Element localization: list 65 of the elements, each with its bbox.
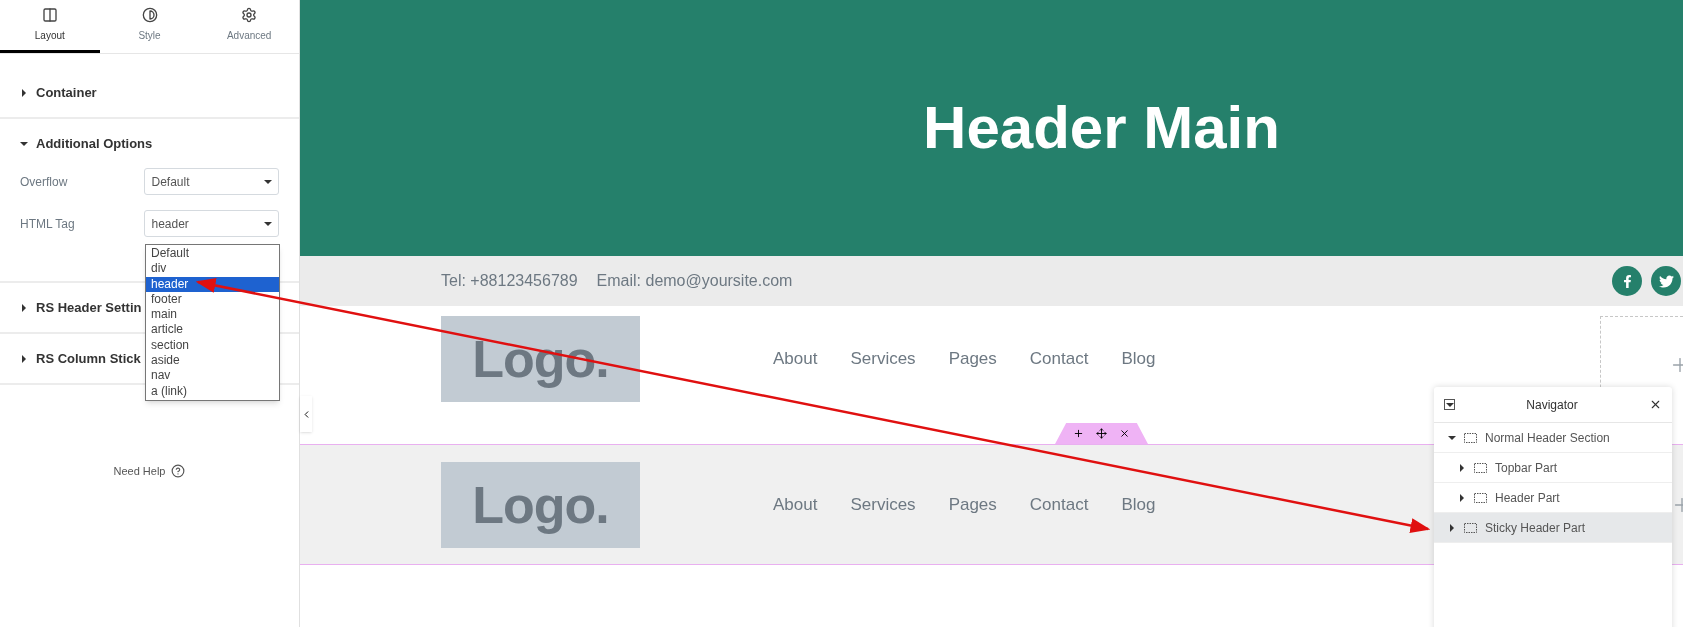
caret-right-icon bbox=[1458, 463, 1466, 472]
menu-link[interactable]: Pages bbox=[948, 491, 997, 518]
navigator-item[interactable]: Topbar Part bbox=[1434, 453, 1672, 483]
dropdown-option[interactable]: div bbox=[146, 261, 279, 277]
container-icon bbox=[1474, 462, 1487, 473]
menu-link[interactable]: About bbox=[773, 491, 818, 518]
dropdown-option[interactable]: a (link) bbox=[146, 383, 279, 399]
caret-right-icon bbox=[20, 354, 28, 363]
container-icon bbox=[1474, 492, 1487, 503]
logo-placeholder: Logo. bbox=[441, 461, 640, 548]
menu-link[interactable]: Pages bbox=[948, 346, 997, 372]
dropdown-option[interactable]: main bbox=[146, 307, 279, 323]
panel-tab[interactable]: Style bbox=[99, 0, 200, 53]
close-icon[interactable] bbox=[1649, 398, 1662, 411]
dropdown-option[interactable]: footer bbox=[146, 291, 279, 308]
caret-down-icon bbox=[20, 139, 28, 148]
field-label: HTML Tag bbox=[20, 215, 76, 233]
caret-right-icon bbox=[1448, 523, 1456, 532]
dropdown-option[interactable]: article bbox=[146, 322, 279, 338]
menu-link[interactable]: Blog bbox=[1121, 491, 1156, 518]
facebook-icon[interactable] bbox=[1612, 266, 1642, 296]
navigator-title: Navigator bbox=[1525, 396, 1579, 414]
page-title: Header Main bbox=[923, 93, 1280, 163]
dropdown-option[interactable]: Default bbox=[146, 246, 279, 262]
half-circle-icon bbox=[141, 7, 158, 23]
caret-right-icon bbox=[20, 303, 28, 312]
caret-right-icon bbox=[1458, 493, 1466, 502]
navigator-item[interactable]: Normal Header Section bbox=[1434, 423, 1672, 453]
email-text: Email: demo@yoursite.com bbox=[596, 271, 793, 291]
caret-down-icon bbox=[1445, 400, 1454, 409]
select-field[interactable]: Default bbox=[144, 168, 279, 195]
dropdown-option[interactable]: aside bbox=[146, 353, 279, 369]
section-header[interactable]: RS Column Stick bbox=[20, 334, 141, 383]
field-label: Overflow bbox=[20, 173, 69, 191]
add-icon[interactable] bbox=[1073, 428, 1084, 439]
menu-link[interactable]: Services bbox=[850, 491, 916, 518]
container-icon bbox=[1464, 522, 1477, 533]
panel-tab[interactable]: Layout bbox=[0, 0, 100, 53]
caret-down-icon bbox=[1448, 433, 1456, 442]
drag-icon[interactable] bbox=[1096, 428, 1107, 439]
close-icon[interactable] bbox=[1119, 428, 1130, 439]
dropdown-option[interactable]: nav bbox=[146, 368, 279, 384]
section-header[interactable]: Container bbox=[20, 68, 97, 117]
help-link[interactable]: Need Help bbox=[113, 463, 186, 480]
dropdown-option[interactable]: section bbox=[146, 337, 279, 354]
caret-down-icon bbox=[264, 177, 272, 186]
menu-link[interactable]: About bbox=[773, 346, 818, 372]
section-header[interactable]: Additional Options bbox=[20, 119, 153, 168]
menu-link[interactable]: Blog bbox=[1121, 346, 1156, 372]
columns-icon bbox=[41, 7, 58, 23]
caret-down-icon bbox=[264, 219, 272, 228]
select-field[interactable]: header bbox=[144, 210, 279, 237]
phone-text: Tel: +88123456789 bbox=[441, 271, 578, 291]
twitter-icon[interactable] bbox=[1651, 266, 1681, 296]
caret-right-icon bbox=[20, 88, 28, 97]
panel-tab[interactable]: Advanced bbox=[199, 0, 299, 53]
menu-link[interactable]: Contact bbox=[1029, 491, 1089, 518]
menu-link[interactable]: Services bbox=[850, 346, 916, 372]
gear-icon bbox=[241, 7, 258, 23]
section-header[interactable]: RS Header Settin bbox=[20, 283, 142, 332]
menu-link[interactable]: Contact bbox=[1029, 346, 1089, 372]
container-icon bbox=[1464, 432, 1477, 443]
help-icon bbox=[171, 464, 186, 479]
collapse-icon[interactable] bbox=[1444, 399, 1455, 410]
navigator-item[interactable]: Sticky Header Part bbox=[1434, 513, 1672, 543]
